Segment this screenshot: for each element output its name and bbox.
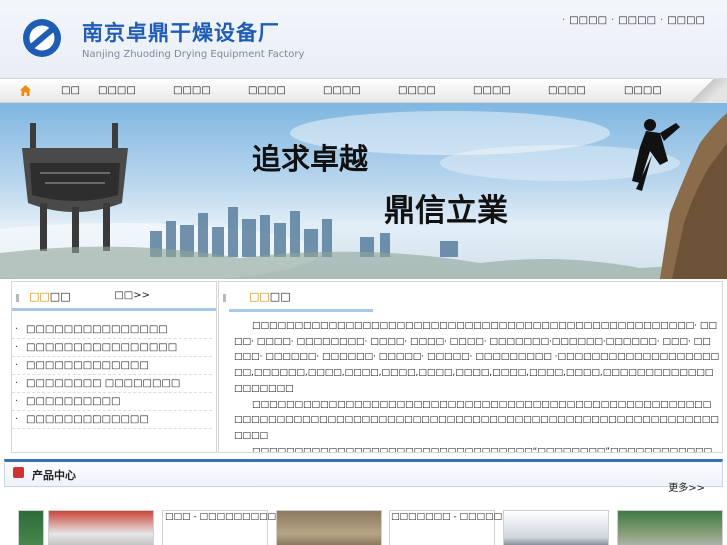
about-panel: □□□□ □□□□□□□□□□□□□□□□□□□□□□□□□□□□□□□□□□□…	[218, 281, 723, 453]
news-item[interactable]: □□□□□□□□ □□□□□□□□	[12, 375, 212, 393]
title-marker	[223, 294, 226, 302]
product-center-title: 产品中心	[32, 469, 76, 482]
slogan-line-2: 鼎信立業	[384, 193, 508, 229]
product-caption[interactable]: □□□ - □□□□□□□□□	[165, 512, 276, 522]
product-thumbnail[interactable]	[503, 510, 609, 545]
brand-name: 南京卓鼎干燥设备厂	[82, 21, 280, 45]
nav-item-home[interactable]: □□	[61, 85, 80, 96]
news-item[interactable]: □□□□□□□□□□□□□	[12, 411, 212, 429]
product-thumbnail[interactable]	[617, 510, 723, 545]
news-more-link[interactable]: □□>>	[114, 290, 150, 301]
product-strip: □□□ - □□□□□□□□□ □□□□□□□ - □□□□□□□□□	[0, 500, 727, 545]
top-links: · □□□□ · □□□□ · □□□□	[562, 15, 705, 26]
news-item[interactable]: □□□□□□□□□□□□□□□	[12, 321, 212, 339]
nav-item-5[interactable]: □□□□	[323, 85, 361, 96]
banner-artwork	[0, 111, 727, 279]
nav-item-6[interactable]: □□□□	[398, 85, 436, 96]
about-title-rest: □□	[269, 290, 291, 303]
about-panel-header: □□□□	[219, 282, 722, 311]
title-underline	[229, 309, 373, 312]
title-marker	[16, 294, 19, 302]
company-logo[interactable]	[22, 18, 62, 58]
product-thumbnail[interactable]	[276, 510, 382, 545]
news-panel: □□□□ □□>> □□□□□□□□□□□□□□□ □□□□□□□□□□□□□□…	[11, 281, 217, 453]
nav-item-4[interactable]: □□□□	[248, 85, 286, 96]
products-more-link[interactable]: 更多>>	[668, 479, 705, 494]
news-panel-title: □□□□	[29, 290, 71, 303]
news-panel-header: □□□□ □□>>	[12, 282, 216, 311]
nav-item-3[interactable]: □□□□	[173, 85, 211, 96]
product-thumbnail[interactable]	[18, 510, 44, 545]
climber-silhouette	[632, 119, 680, 191]
nav-item-9[interactable]: □□□□	[624, 85, 662, 96]
separator: ·	[660, 15, 664, 26]
nav-item-8[interactable]: □□□□	[548, 85, 586, 96]
intro-paragraph: □□□□□□□□□□□□□□□□□□□□□□□□□□□□□□□□□□□□□□□□…	[234, 321, 720, 394]
nav-corner-decoration	[687, 79, 727, 104]
top-link-1[interactable]: □□□□	[569, 15, 607, 26]
news-item[interactable]: □□□□□□□□□□□□□□□□	[12, 339, 212, 357]
about-panel-title: □□□□	[249, 290, 291, 303]
intro-paragraph: □□□□□□□□□□□□□□□□□□□□□□□□□□□□□□□□□“□□□□□□…	[252, 446, 713, 453]
separator: ·	[562, 15, 566, 26]
about-title-highlight: □□	[249, 290, 270, 303]
section-icon	[13, 467, 24, 478]
news-list: □□□□□□□□□□□□□□□ □□□□□□□□□□□□□□□□ □□□□□□□…	[12, 311, 216, 429]
brand-name-english: Nanjing Zhuoding Drying Equipment Factor…	[82, 49, 305, 60]
slogan-line-1: 追求卓越	[252, 142, 369, 176]
top-link-2[interactable]: □□□□	[618, 15, 656, 26]
product-center-bar: 产品中心	[4, 459, 723, 487]
news-title-highlight: □□	[29, 290, 50, 303]
separator: ·	[611, 15, 615, 26]
product-thumbnail[interactable]	[48, 510, 154, 545]
hero-banner: 追求卓越 鼎信立業	[0, 103, 727, 279]
site-header: 南京卓鼎干燥设备厂 Nanjing Zhuoding Drying Equipm…	[0, 0, 727, 78]
nav-item-7[interactable]: □□□□	[473, 85, 511, 96]
company-intro-text: □□□□□□□□□□□□□□□□□□□□□□□□□□□□□□□□□□□□□□□□…	[234, 319, 720, 453]
news-item[interactable]: □□□□□□□□□□	[12, 393, 212, 411]
news-item[interactable]: □□□□□□□□□□□□□	[12, 357, 212, 375]
home-icon[interactable]	[19, 84, 32, 97]
intro-paragraph: □□□□□□□□□□□□□□□□□□□□□□□□□□□□□□□□□□□□□□□□…	[234, 399, 719, 441]
main-nav: □□ □□□□ □□□□ □□□□ □□□□ □□□□ □□□□ □□□□ □□…	[0, 78, 727, 104]
nav-item-2[interactable]: □□□□	[98, 85, 136, 96]
news-title-rest: □□	[49, 290, 71, 303]
top-link-3[interactable]: □□□□	[667, 15, 705, 26]
